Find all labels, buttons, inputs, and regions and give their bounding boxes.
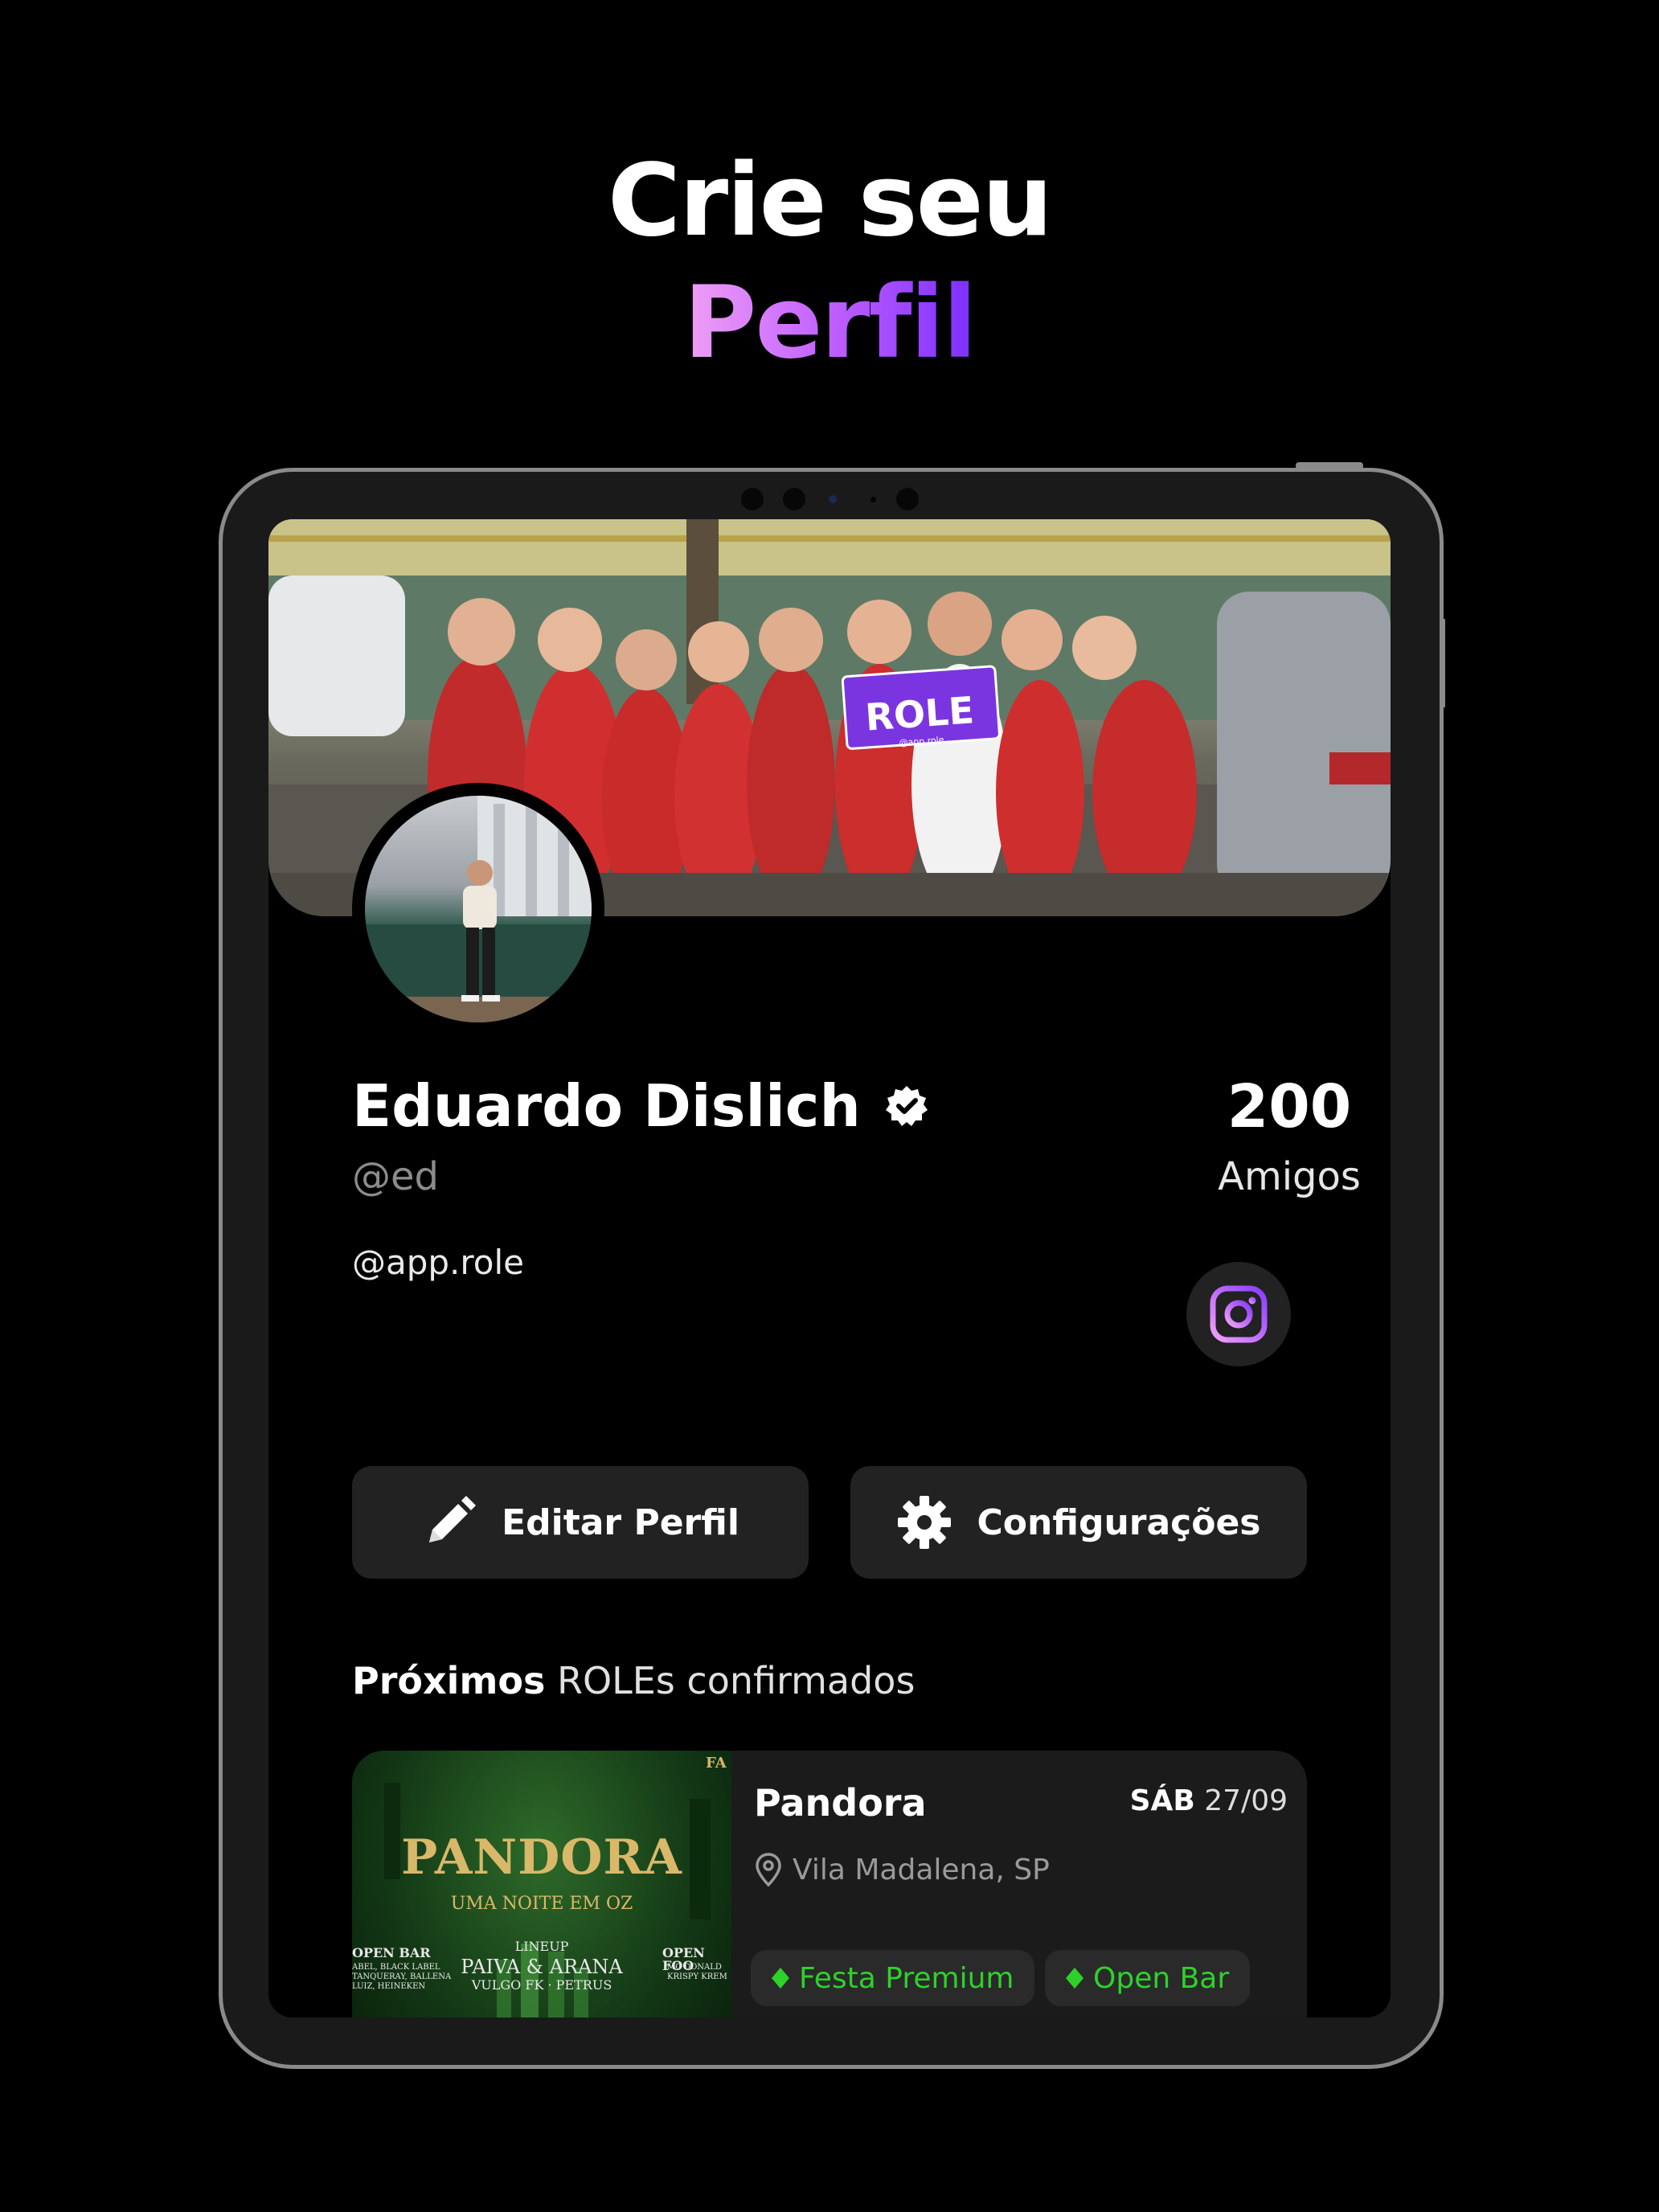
profile-name: Eduardo Dislich [352,1072,928,1140]
cover-sign-text: ROLE [864,688,976,739]
instagram-button[interactable] [1186,1262,1291,1366]
event-poster: PANDORA UMA NOITE EM OZ LINEUP PAIVA & A… [352,1751,731,2017]
poster-subtitle: UMA NOITE EM OZ [450,1894,633,1914]
profile-name-text: Eduardo Dislich [352,1072,861,1140]
event-date-value: 27/09 [1204,1784,1288,1817]
poster-openfood-items: MC DONALD KRISPY KREM [667,1963,727,1981]
section-title-bold: Próximos [352,1659,546,1702]
event-tag-openbar[interactable]: Open Bar [1045,1950,1251,2006]
event-date: SÁB 27/09 [1130,1784,1288,1817]
section-title-rest: ROLEs confirmados [545,1659,916,1702]
edit-profile-label: Editar Perfil [502,1501,739,1543]
avatar-photo [365,796,592,1022]
event-tag-premium[interactable]: Festa Premium [751,1950,1035,2006]
event-location: Vila Madalena, SP [754,1852,1050,1887]
event-tag-premium-label: Festa Premium [799,1961,1014,1995]
headline-line-1: Crie seu [607,143,1053,259]
diamond-icon [1066,1968,1083,1989]
event-tag-openbar-label: Open Bar [1093,1961,1230,1995]
diamond-icon [772,1968,789,1989]
event-day: SÁB [1129,1784,1195,1817]
edit-profile-button[interactable]: Editar Perfil [352,1466,809,1579]
event-card[interactable]: PANDORA UMA NOITE EM OZ LINEUP PAIVA & A… [352,1751,1307,2017]
location-pin-icon [756,1853,781,1887]
friends-label[interactable]: Amigos [1145,1154,1391,1199]
settings-button[interactable]: Configurações [850,1466,1307,1579]
event-name: Pandora [754,1781,927,1825]
profile-username: @ed [352,1154,439,1199]
pencil-icon [429,1496,477,1542]
poster-title: PANDORA [401,1829,682,1886]
settings-label: Configurações [977,1501,1261,1543]
event-location-text: Vila Madalena, SP [793,1853,1050,1886]
verified-badge-icon [885,1086,928,1126]
gear-icon [898,1496,952,1549]
poster-corner-text: FA [706,1755,727,1772]
camera-array [223,488,1440,512]
friends-count[interactable]: 200 [1145,1072,1391,1141]
profile-link[interactable]: @app.role [352,1243,524,1282]
app-screen: ROLE @app.role Eduardo Dislich @ed @app.… [268,519,1391,2017]
upcoming-section-title: Próximos ROLEs confirmados [352,1659,915,1702]
poster-openbar: OPEN BAR [352,1945,431,1960]
instagram-icon [1210,1285,1268,1343]
headline-accent: Perfil [683,265,977,381]
avatar[interactable] [352,783,604,1035]
poster-openbar-items: ABEL, BLACK LABEL TANQUERAY, BALLENA LUI… [352,1963,452,1991]
headline-line-2: Perfil [0,265,1659,381]
